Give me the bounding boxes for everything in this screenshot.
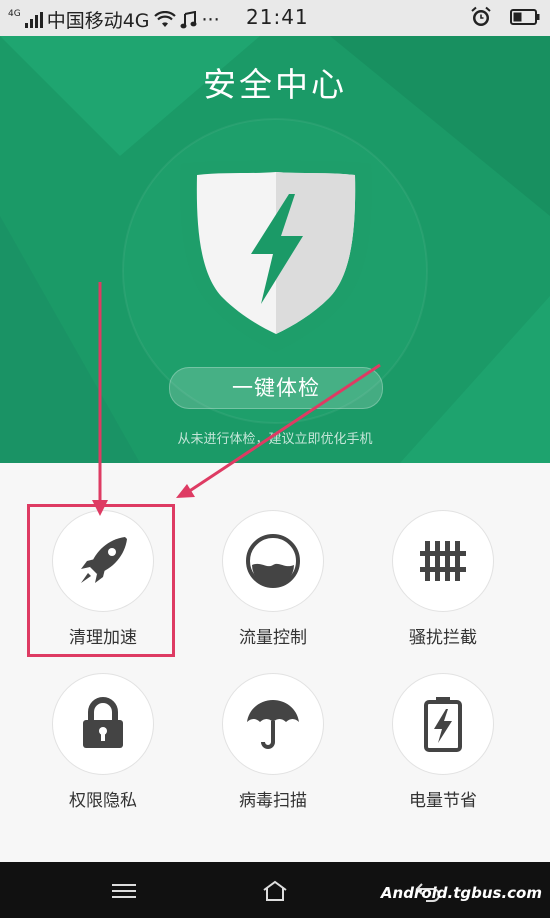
wifi-icon — [153, 10, 176, 27]
alarm-icon — [471, 6, 491, 26]
menu-icon — [112, 884, 136, 898]
fence-icon — [420, 541, 466, 581]
one-click-check-button[interactable]: 一键体检 — [169, 367, 383, 409]
status-bar: 4G 中国移动4G ··· 21:41 — [0, 0, 550, 36]
battery-status-icon — [510, 9, 540, 25]
permissions-circle — [52, 673, 154, 775]
home-icon — [263, 880, 287, 901]
lock-icon — [83, 697, 123, 748]
grid-item-harassment-block[interactable]: 骚扰拦截 — [366, 510, 506, 660]
shield-icon — [180, 160, 372, 352]
battery-icon — [424, 697, 462, 752]
music-icon — [180, 10, 197, 28]
check-hint: 从未进行体检，建议立即优化手机 — [177, 432, 373, 447]
grid-label: 骚扰拦截 — [409, 628, 477, 648]
clock: 21:41 — [246, 5, 309, 29]
grid-label: 流量控制 — [239, 628, 307, 648]
grid-item-power-saving[interactable]: 电量节省 — [366, 673, 506, 823]
grid-label: 病毒扫描 — [239, 791, 307, 811]
data-gauge-icon — [246, 534, 300, 588]
umbrella-icon — [247, 700, 299, 749]
menu-button[interactable] — [104, 876, 144, 906]
grid-label: 电量节省 — [409, 791, 477, 811]
data-control-circle — [222, 510, 324, 612]
grid-item-data-control[interactable]: 流量控制 — [196, 510, 336, 660]
power-saving-circle — [392, 673, 494, 775]
virus-scan-circle — [222, 673, 324, 775]
home-button[interactable] — [255, 876, 295, 906]
annotation-highlight-box — [27, 504, 175, 657]
header-panel: 安全中心 一键体检 从未进行体检，建议立即优化手机 — [0, 36, 550, 463]
grid-item-permissions[interactable]: 权限隐私 — [26, 673, 166, 823]
status-right — [470, 6, 540, 28]
more-notifications: ··· — [201, 8, 220, 31]
network-type-small: 4G — [8, 8, 21, 19]
harassment-circle — [392, 510, 494, 612]
status-left: 4G 中国移动4G ··· — [8, 6, 220, 33]
carrier-label: 中国移动4G — [46, 10, 150, 32]
signal-icon — [24, 11, 43, 28]
page-title: 安全中心 — [203, 65, 347, 104]
grid-label: 权限隐私 — [69, 791, 137, 811]
grid-item-virus-scan[interactable]: 病毒扫描 — [196, 673, 336, 823]
watermark: Android.tgbus.com — [380, 884, 542, 902]
